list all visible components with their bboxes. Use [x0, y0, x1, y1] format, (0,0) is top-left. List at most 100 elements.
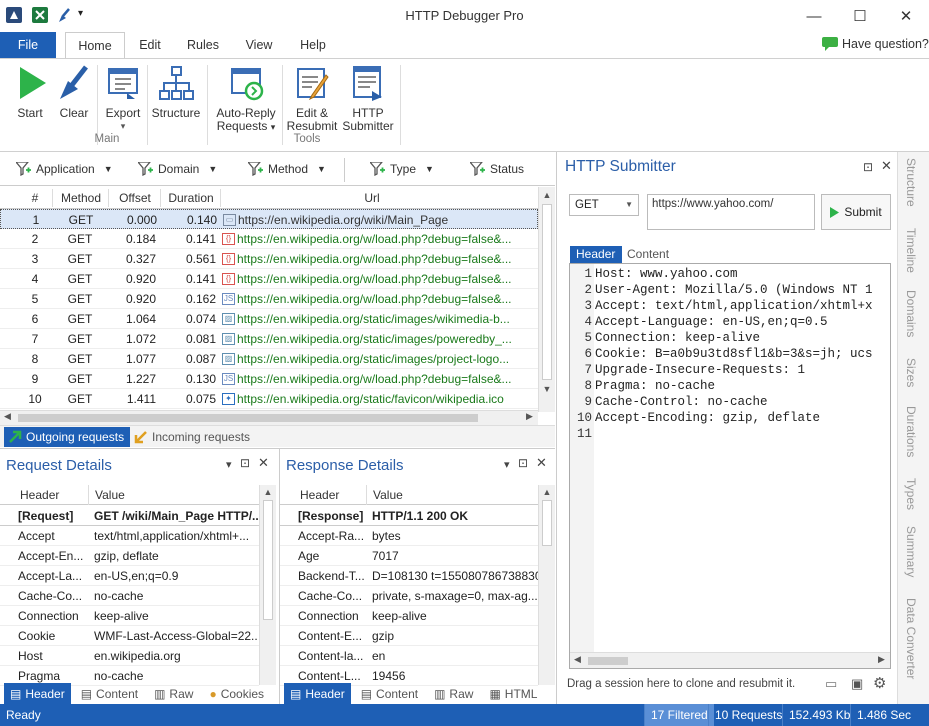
table-row[interactable]: 7 GET 1.072 0.081 ▨ https://en.wikipedia.org/… [0, 329, 538, 349]
tab-request-header[interactable]: ▤ Header [4, 683, 71, 705]
scroll-thumb[interactable] [263, 500, 273, 620]
tab-edit[interactable]: Edit [131, 32, 169, 58]
minimize-button[interactable]: — [791, 0, 837, 32]
column-header-value[interactable]: Value [88, 485, 248, 505]
tab-response-html[interactable]: ▦ HTML [483, 683, 543, 705]
filter-domain[interactable]: Domain ▼ [138, 162, 217, 176]
scroll-right-icon[interactable]: ▶ [526, 411, 533, 422]
table-row[interactable]: 10 GET 1.411 0.075 ✦ https://en.wikipedia.org… [0, 389, 538, 409]
scroll-down-icon[interactable]: ▼ [539, 384, 555, 394]
side-tab-summary[interactable]: Summary [904, 526, 918, 577]
tab-file[interactable]: File [0, 32, 56, 58]
tab-view[interactable]: View [238, 32, 280, 58]
tab-incoming-requests[interactable]: Incoming requests [134, 427, 250, 447]
grid-vertical-scrollbar[interactable]: ▲ ▼ [538, 187, 555, 412]
tab-request-raw[interactable]: ▥ Raw [148, 683, 199, 705]
panel-menu-icon[interactable]: ▾ [504, 458, 510, 471]
editor-horizontal-scrollbar[interactable]: ◀ ▶ [570, 652, 890, 668]
tab-request-content[interactable]: ▤ Content [75, 683, 144, 705]
tab-help[interactable]: Help [292, 32, 334, 58]
have-question-link[interactable]: Have question? [822, 37, 929, 51]
detail-row[interactable]: Cache-Co... private, s-maxage=0, max-ag..… [280, 586, 538, 606]
detail-row[interactable]: Host en.wikipedia.org [0, 646, 259, 666]
close-panel-icon[interactable]: ✕ [536, 455, 547, 471]
pin-icon[interactable]: ⊡ [518, 456, 528, 470]
table-row[interactable]: 3 GET 0.327 0.561 {} https://en.wikipedia.org… [0, 249, 538, 269]
detail-row[interactable]: Accept-Ra... bytes [280, 526, 538, 546]
filter-type[interactable]: Type ▼ [370, 162, 434, 176]
column-header-url[interactable]: Url [222, 191, 522, 205]
side-tab-types[interactable]: Types [904, 478, 918, 510]
url-input[interactable]: https://www.yahoo.com/ [647, 194, 815, 230]
detail-row[interactable]: Accept-En... gzip, deflate [0, 546, 259, 566]
side-tab-durations[interactable]: Durations [904, 406, 918, 457]
tab-outgoing-requests[interactable]: Outgoing requests [4, 427, 130, 447]
status-filtered[interactable]: 17 Filtered [644, 704, 714, 726]
clear-button[interactable]: Clear [54, 63, 94, 120]
settings-gear-icon[interactable]: ⚙ [873, 674, 886, 692]
scroll-thumb[interactable] [18, 414, 478, 422]
grid-horizontal-scrollbar[interactable]: ◀ ▶ [0, 410, 538, 425]
scroll-thumb[interactable] [542, 500, 552, 546]
column-header-value[interactable]: Value [366, 485, 532, 505]
side-tab-timeline[interactable]: Timeline [904, 228, 918, 273]
method-select[interactable]: GET ▼ [569, 194, 639, 216]
scroll-left-icon[interactable]: ◀ [4, 411, 11, 422]
maximize-button[interactable]: ☐ [837, 0, 883, 32]
scroll-up-icon[interactable]: ▲ [539, 487, 555, 497]
auto-reply-requests-button[interactable]: Auto-Reply Requests ▾ [212, 63, 280, 134]
column-header-offset[interactable]: Offset [110, 191, 160, 205]
detail-row[interactable]: [Response] HTTP/1.1 200 OK [280, 506, 538, 526]
column-header-key[interactable]: Header [0, 485, 88, 505]
scroll-right-icon[interactable]: ▶ [878, 654, 885, 665]
open-folder-icon[interactable]: ▭ [825, 676, 837, 692]
structure-button[interactable]: Structure [150, 63, 202, 120]
pin-icon[interactable]: ⊡ [240, 456, 250, 470]
http-submitter-button[interactable]: HTTP Submitter [340, 63, 396, 133]
filter-application[interactable]: Application ▼ [16, 162, 113, 176]
column-header-key[interactable]: Header [280, 485, 366, 505]
table-row[interactable]: 6 GET 1.064 0.074 ▨ https://en.wikipedia.org/… [0, 309, 538, 329]
scroll-left-icon[interactable]: ◀ [574, 654, 581, 665]
start-button[interactable]: Start [8, 63, 52, 120]
tab-home[interactable]: Home [65, 32, 125, 59]
side-tab-structure[interactable]: Structure [904, 158, 918, 207]
table-row[interactable]: 5 GET 0.920 0.162 JS https://en.wikipedia.org… [0, 289, 538, 309]
detail-row[interactable]: Age 7017 [280, 546, 538, 566]
scroll-thumb[interactable] [588, 657, 628, 665]
tab-response-content[interactable]: ▤ Content [355, 683, 424, 705]
header-editor[interactable]: 1 Host: www.yahoo.com 2 User-Agent: Mozilla… [569, 263, 891, 669]
detail-row[interactable]: Connection keep-alive [0, 606, 259, 626]
request-details-scrollbar[interactable]: ▲ [259, 485, 276, 685]
tab-request-cookies[interactable]: ● Cookies [203, 683, 270, 705]
detail-row[interactable]: Content-E... gzip [280, 626, 538, 646]
scroll-thumb[interactable] [542, 204, 552, 380]
column-header-number[interactable]: # [20, 191, 50, 205]
pin-icon[interactable]: ⊡ [863, 160, 873, 174]
tab-response-raw[interactable]: ▥ Raw [428, 683, 479, 705]
table-row[interactable]: 1 GET 0.000 0.140 ▭ https://en.wikipedia.org/… [0, 209, 538, 229]
table-row[interactable]: 4 GET 0.920 0.141 {} https://en.wikipedia.org… [0, 269, 538, 289]
scroll-up-icon[interactable]: ▲ [260, 487, 276, 497]
table-row[interactable]: 2 GET 0.184 0.141 {} https://en.wikipedia.org… [0, 229, 538, 249]
side-tab-data-converter[interactable]: Data Converter [904, 598, 918, 679]
edit-resubmit-button[interactable]: Edit & Resubmit [284, 63, 340, 133]
detail-row[interactable]: Backend-T... D=108130 t=1550807867388306 [280, 566, 538, 586]
tab-submitter-content[interactable]: Content [627, 246, 669, 263]
filter-status[interactable]: Status [470, 162, 524, 176]
side-tab-sizes[interactable]: Sizes [904, 358, 918, 387]
response-details-scrollbar[interactable]: ▲ [538, 485, 555, 685]
panel-menu-icon[interactable]: ▾ [226, 458, 232, 471]
export-button[interactable]: Export ▾ [102, 63, 144, 133]
column-header-method[interactable]: Method [54, 191, 108, 205]
save-icon[interactable]: ▣ [851, 676, 863, 692]
detail-row[interactable]: Connection keep-alive [280, 606, 538, 626]
scroll-up-icon[interactable]: ▲ [539, 190, 555, 200]
close-panel-icon[interactable]: ✕ [258, 455, 269, 471]
detail-row[interactable]: Cookie WMF-Last-Access-Global=22... [0, 626, 259, 646]
table-row[interactable]: 8 GET 1.077 0.087 ▨ https://en.wikipedia.org/… [0, 349, 538, 369]
detail-row[interactable]: Accept text/html,application/xhtml+... [0, 526, 259, 546]
side-tab-domains[interactable]: Domains [904, 290, 918, 337]
submit-button[interactable]: Submit [821, 194, 891, 230]
tab-rules[interactable]: Rules [180, 32, 226, 58]
